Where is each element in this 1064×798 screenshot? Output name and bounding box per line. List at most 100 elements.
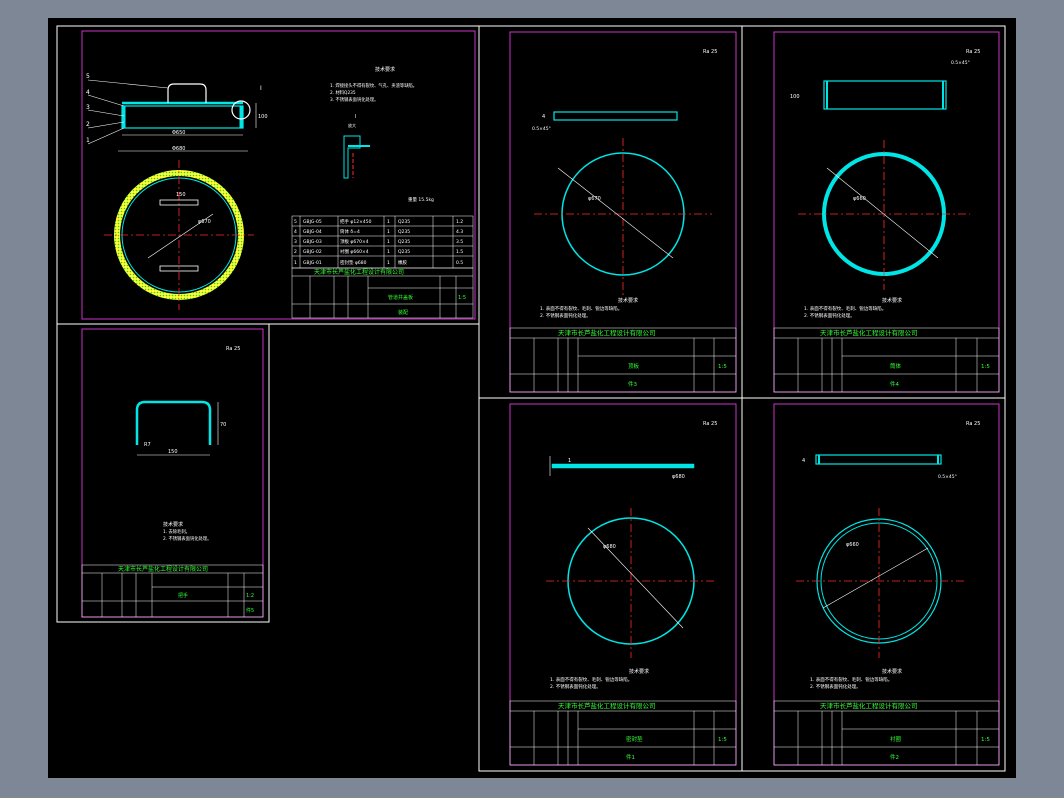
title-sheet: 件4 bbox=[890, 380, 900, 388]
gasket-title-block bbox=[509, 700, 737, 766]
svg-text:GBJG-05: GBJG-05 bbox=[303, 219, 322, 225]
ring-side-view bbox=[815, 454, 942, 465]
tech-title: 技术要求 bbox=[629, 668, 649, 675]
svg-text:Q235: Q235 bbox=[398, 219, 410, 225]
title-sheet: 装配 bbox=[398, 309, 408, 316]
handle-shape bbox=[135, 400, 212, 445]
frame-ring bbox=[741, 397, 1006, 772]
assembly-dims bbox=[87, 79, 257, 152]
title-scale: 1:5 bbox=[458, 295, 466, 301]
svg-text:1: 1 bbox=[387, 219, 390, 225]
gasket-side-view bbox=[551, 463, 695, 469]
dim-outer-width: Φ680 bbox=[172, 146, 185, 152]
shell-side-view bbox=[823, 80, 947, 110]
cad-drawing-canvas[interactable]: 5 4 3 2 1 Φ650 Φ680 100 I φ670 150 技术要求 … bbox=[48, 18, 1016, 778]
dim-inner-width: Φ650 bbox=[172, 130, 185, 136]
callout-1: 1 bbox=[86, 137, 90, 144]
svg-text:1: 1 bbox=[294, 260, 297, 266]
sheet-ring[interactable]: Ra 25 4 0.5×45° φ660 技术要求 1. 表面不得有裂纹、毛刺、… bbox=[773, 403, 1000, 766]
title-scale: 1:5 bbox=[718, 737, 727, 743]
detail-title: I bbox=[355, 114, 356, 120]
frame-shell bbox=[741, 25, 1006, 399]
callout-5: 5 bbox=[86, 73, 90, 80]
dim-radius: R7 bbox=[144, 442, 151, 448]
frame-gasket bbox=[478, 397, 743, 772]
svg-text:5: 5 bbox=[294, 219, 297, 225]
svg-text:1: 1 bbox=[387, 249, 390, 255]
tech-title: 技术要求 bbox=[882, 297, 902, 304]
drawing-frames bbox=[56, 25, 1006, 772]
tech-note-1: 1. 表面不得有裂纹、毛刺、锐边等缺陷。 bbox=[810, 676, 892, 683]
svg-text:1: 1 bbox=[387, 260, 390, 266]
roughness-mark: Ra 25 bbox=[703, 49, 717, 55]
dim-diameter: φ670 bbox=[588, 196, 601, 202]
tech-note-2: 2. 不锈钢表面钝化处理。 bbox=[163, 535, 211, 542]
dim-diameter-side: φ680 bbox=[672, 474, 685, 480]
svg-text:Q235: Q235 bbox=[398, 249, 410, 255]
svg-text:筒体 δ=4: 筒体 δ=4 bbox=[340, 228, 360, 235]
roughness-mark: Ra 25 bbox=[966, 49, 980, 55]
svg-text:1.2: 1.2 bbox=[456, 219, 463, 225]
tech-note-1: 1. 表面不得有裂纹、毛刺、锐边等缺陷。 bbox=[550, 676, 632, 683]
roughness-mark: Ra 25 bbox=[226, 346, 240, 352]
company-name: 天津市长芦盐化工程设计有限公司 bbox=[558, 701, 656, 710]
detail-label: I bbox=[260, 85, 262, 92]
svg-text:GBJG-04: GBJG-04 bbox=[303, 229, 322, 235]
title-scale: 1:5 bbox=[981, 737, 990, 743]
dim-thickness: 4 bbox=[542, 114, 545, 120]
dim-width: 150 bbox=[168, 449, 178, 455]
svg-text:1: 1 bbox=[387, 229, 390, 235]
tech-note-2: 2. 不锈钢表面钝化处理。 bbox=[540, 312, 591, 319]
sheet-assembly[interactable]: 5 4 3 2 1 Φ650 Φ680 100 I φ670 150 技术要求 … bbox=[81, 30, 476, 320]
title-drawing: 筒体 bbox=[890, 362, 902, 370]
title-drawing: 管道井盖板 bbox=[388, 294, 413, 301]
dim-thickness: 1 bbox=[568, 458, 571, 464]
svg-text:GBJG-03: GBJG-03 bbox=[303, 239, 322, 245]
sheet-handle[interactable]: Ra 25 150 70 R7 技术要求 1. 去除毛刺。 2. 不锈钢表面钝化… bbox=[81, 328, 264, 618]
tech-note-1: 1. 表面不得有裂纹、毛刺、锐边等缺陷。 bbox=[540, 305, 622, 312]
frame-assembly bbox=[56, 25, 480, 325]
ring-title-block bbox=[773, 700, 1000, 766]
tech-title: 技术要求 bbox=[618, 297, 638, 304]
svg-text:1.5: 1.5 bbox=[456, 249, 463, 255]
sheet-gasket[interactable]: Ra 25 1 φ680 φ680 技术要求 1. 表面不得有裂纹、毛刺、锐边等… bbox=[509, 403, 737, 766]
shell-title-block bbox=[773, 327, 1000, 393]
company-name: 天津市长芦盐化工程设计有限公司 bbox=[314, 268, 404, 276]
title-drawing: 顶板 bbox=[628, 362, 640, 370]
title-sheet: 件1 bbox=[626, 753, 635, 761]
title-drawing: 衬圈 bbox=[890, 735, 902, 743]
dim-handle-width: 150 bbox=[176, 192, 186, 198]
title-sheet: 件3 bbox=[628, 380, 638, 388]
assembly-handle bbox=[167, 83, 207, 103]
frame-top-plate bbox=[478, 25, 743, 399]
sheet-top-plate[interactable]: Ra 25 4 0.5×45° φ670 技术要求 1. 表面不得有裂纹、毛刺、… bbox=[509, 31, 737, 393]
dim-chamfer: 0.5×45° bbox=[938, 474, 957, 480]
assembly-plan-view bbox=[104, 160, 254, 310]
svg-text:Q235: Q235 bbox=[398, 239, 410, 245]
tech-note-3: 3. 不锈钢表面钝化处理。 bbox=[330, 96, 378, 103]
tech-note-2: 2. 材料Q235 bbox=[330, 89, 356, 96]
sheet-shell[interactable]: Ra 25 100 0.5×45° φ660 技术要求 1. 表面不得有裂纹、毛… bbox=[773, 31, 1000, 393]
svg-text:GBJG-02: GBJG-02 bbox=[303, 249, 322, 255]
callout-2: 2 bbox=[86, 121, 90, 128]
svg-text:衬圈 φ660×4: 衬圈 φ660×4 bbox=[340, 248, 369, 255]
title-scale: 1:5 bbox=[981, 364, 990, 370]
callout-4: 4 bbox=[86, 89, 90, 96]
dim-height: 100 bbox=[790, 94, 800, 100]
company-name: 天津市长芦盐化工程设计有限公司 bbox=[558, 328, 656, 337]
tech-note-1: 1. 去除毛刺。 bbox=[163, 528, 190, 535]
title-scale: 1:5 bbox=[718, 364, 727, 370]
company-name: 天津市长芦盐化工程设计有限公司 bbox=[820, 328, 918, 337]
tech-note-2: 2. 不锈钢表面钝化处理。 bbox=[804, 312, 855, 319]
bom-rows: 5 GBJG-05 把手 φ12×450 1 Q235 1.2 4 GBJG-0… bbox=[294, 218, 463, 266]
company-name: 天津市长芦盐化工程设计有限公司 bbox=[820, 701, 918, 710]
svg-text:Q235: Q235 bbox=[398, 229, 410, 235]
dim-diameter: φ670 bbox=[198, 219, 211, 225]
dim-diameter: φ660 bbox=[853, 196, 866, 202]
title-drawing: 密封垫 bbox=[626, 735, 643, 743]
sheet-border bbox=[81, 328, 264, 618]
dim-height: 70 bbox=[220, 422, 226, 428]
cad-model-space[interactable]: 5 4 3 2 1 Φ650 Φ680 100 I φ670 150 技术要求 … bbox=[48, 18, 1016, 778]
callout-3: 3 bbox=[86, 104, 90, 111]
tech-title: 技术要求 bbox=[163, 521, 183, 528]
